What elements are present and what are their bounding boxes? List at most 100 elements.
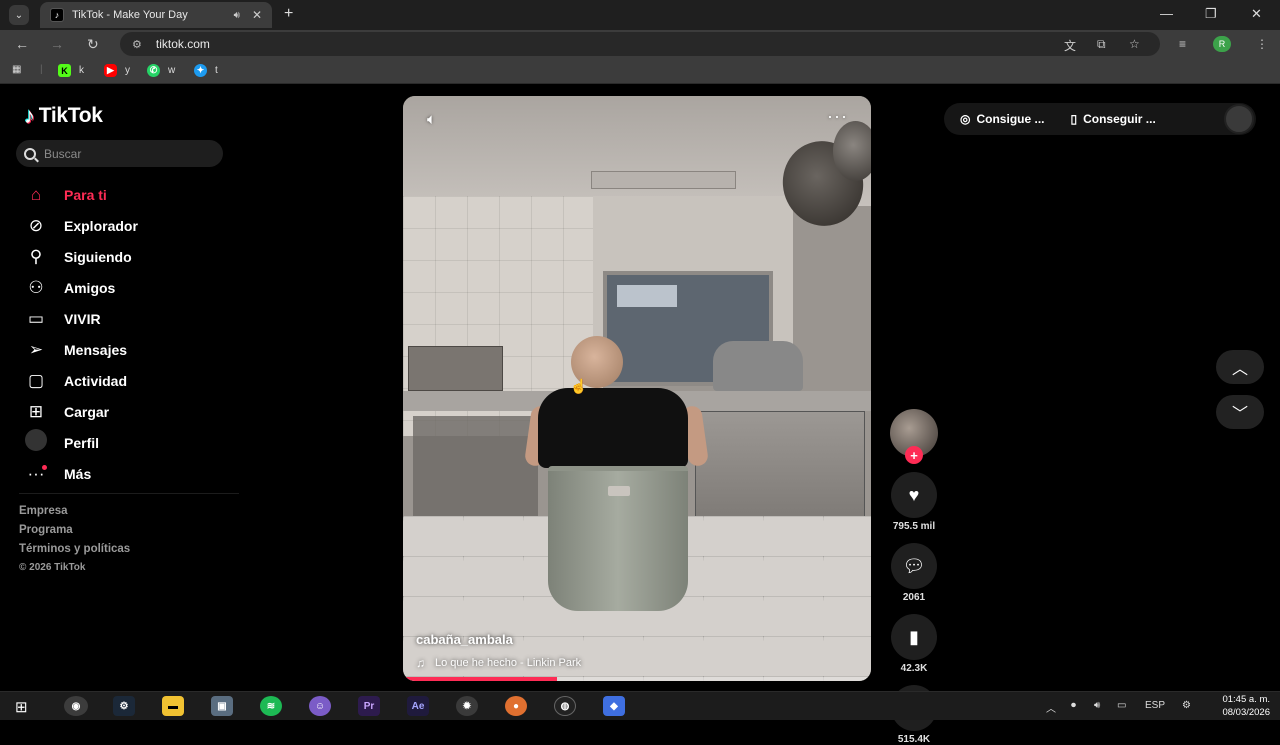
- bookmark-y[interactable]: ▶ y: [104, 64, 130, 77]
- video-scene-vent: [591, 171, 736, 189]
- sidebar-item-siguiendo[interactable]: ⚲ Siguiendo: [22, 241, 138, 272]
- volume-icon[interactable]: 🔈︎: [427, 111, 436, 128]
- sidebar-item-cargar[interactable]: ⊞ Cargar: [22, 396, 138, 427]
- tray-overflow-icon[interactable]: ︿: [1046, 700, 1056, 715]
- like-count: 795.5 mil: [892, 521, 936, 532]
- footer-link-programa[interactable]: Programa: [19, 524, 130, 543]
- new-tab-button[interactable]: +: [284, 5, 293, 23]
- comment-icon: 💬︎: [902, 555, 926, 576]
- more-options-icon[interactable]: ···: [827, 106, 848, 127]
- discord-icon[interactable]: ☺: [309, 696, 331, 716]
- reload-button[interactable]: ↻: [87, 36, 99, 53]
- video-progress-fill: [403, 677, 558, 681]
- sidebar-item-label: Actividad: [64, 372, 128, 389]
- activity-icon: ▢: [27, 370, 45, 390]
- get-app-button[interactable]: ▯ Conseguir ...: [1071, 112, 1156, 126]
- bookmark-k[interactable]: K k: [58, 64, 84, 77]
- save-button[interactable]: ▮: [891, 614, 937, 660]
- restore-button[interactable]: ❐: [1205, 6, 1217, 22]
- steam-icon[interactable]: ⚙: [113, 696, 135, 716]
- next-video-button[interactable]: ﹀: [1216, 395, 1264, 429]
- browser-tab[interactable]: ♪ TikTok - Make Your Day 🔊︎ ✕: [40, 2, 272, 28]
- after-effects-icon[interactable]: Ae: [407, 696, 429, 716]
- get-coins-button[interactable]: ◎ Consigue ...: [960, 112, 1045, 126]
- install-app-icon[interactable]: ⧉: [1097, 37, 1106, 52]
- sidebar-item-explorador[interactable]: ⊘ Explorador: [22, 210, 138, 241]
- file-explorer-icon[interactable]: ▬: [162, 696, 184, 716]
- premiere-icon[interactable]: Pr: [358, 696, 380, 716]
- tiktok-page: ♪ TikTok ⌂ Para ti ⊘ Explorador ⚲ Siguie…: [0, 85, 1280, 745]
- video-music[interactable]: ♫ Lo que he hecho - Linkin Park: [416, 656, 581, 670]
- gear-icon[interactable]: ⚙: [1182, 700, 1191, 711]
- tiktok-logo[interactable]: ♪ TikTok: [24, 103, 103, 129]
- footer-link-empresa[interactable]: Empresa: [19, 505, 130, 524]
- search-icon: [24, 147, 36, 160]
- search-box[interactable]: [16, 140, 223, 167]
- network-icon[interactable]: ▭: [1117, 700, 1126, 711]
- bookmark-t[interactable]: ✦ t: [194, 64, 218, 77]
- like-action: ♥ 795.5 mil: [888, 472, 940, 532]
- bookmark-w[interactable]: ✆ w: [147, 64, 175, 77]
- microphone-app-icon[interactable]: ●: [505, 696, 527, 716]
- video-progress-bar[interactable]: [403, 677, 871, 681]
- translate-icon[interactable]: 文: [1064, 37, 1076, 54]
- photos-icon[interactable]: ▣: [211, 696, 233, 716]
- sidebar-item-perfil[interactable]: Perfil: [22, 427, 138, 458]
- apps-grid-icon[interactable]: ▦: [12, 64, 21, 75]
- tab-bar: ⌄ ♪ TikTok - Make Your Day 🔊︎ ✕ + — ❐ ✕: [0, 0, 1280, 30]
- site-info-icon[interactable]: ⚙: [132, 38, 142, 51]
- menu-icon[interactable]: ⋮: [1256, 37, 1268, 51]
- bookmark-star-icon[interactable]: ☆: [1129, 37, 1140, 51]
- chrome-icon[interactable]: ◉: [64, 696, 88, 716]
- roblox-icon[interactable]: ◆: [603, 696, 625, 716]
- bookmark-divider: |: [40, 64, 43, 75]
- sidebar-item-label: Siguiendo: [64, 248, 132, 265]
- sidebar-item-vivir[interactable]: ▭ VIVIR: [22, 303, 138, 334]
- minimize-button[interactable]: —: [1160, 6, 1173, 21]
- like-button[interactable]: ♥: [891, 472, 937, 518]
- video-scene-slicer: [713, 341, 803, 391]
- kick-icon: K: [58, 64, 71, 77]
- previous-video-button[interactable]: ︿: [1216, 350, 1264, 384]
- coin-icon: ◎: [960, 112, 971, 126]
- profile-avatar[interactable]: R: [1213, 36, 1231, 52]
- obs-icon[interactable]: ◍: [554, 696, 576, 716]
- sidebar-item-amigos[interactable]: ⚇ Amigos: [22, 272, 138, 303]
- address-bar[interactable]: ⚙ tiktok.com: [120, 32, 1160, 56]
- save-action: ▮ 42.3K: [888, 614, 940, 674]
- spotify-icon[interactable]: ≋: [260, 696, 282, 716]
- sidebar-item-mensajes[interactable]: ➢ Mensajes: [22, 334, 138, 365]
- get-app-label: Conseguir ...: [1083, 112, 1156, 126]
- back-button[interactable]: ←: [15, 36, 29, 52]
- forward-button[interactable]: →: [50, 36, 64, 52]
- sidebar-item-actividad[interactable]: ▢ Actividad: [22, 365, 138, 396]
- creator-avatar[interactable]: +: [890, 409, 938, 464]
- settings-app-icon[interactable]: ✹: [456, 696, 478, 716]
- logo-text: TikTok: [38, 104, 103, 127]
- sidebar-item-label: VIVIR: [64, 310, 101, 327]
- footer-link-terminos[interactable]: Términos y políticas: [19, 543, 130, 562]
- search-input[interactable]: [44, 146, 204, 161]
- mouse-cursor-icon: ☝: [570, 378, 588, 394]
- tab-search-button[interactable]: ⌄: [9, 5, 29, 25]
- microphone-icon[interactable]: ⏺: [1071, 700, 1076, 711]
- video-author[interactable]: cabaña_ambala: [416, 632, 513, 647]
- user-avatar[interactable]: [1224, 104, 1254, 134]
- sidebar-item-para-ti[interactable]: ⌂ Para ti: [22, 179, 138, 210]
- system-clock[interactable]: 01:45 a. m. 08/03/2026: [1208, 693, 1270, 719]
- comment-button[interactable]: 💬︎: [891, 543, 937, 589]
- video-scene-machine: [408, 346, 503, 391]
- sidebar-footer: Empresa Programa Términos y políticas © …: [19, 505, 130, 573]
- windows-start-icon[interactable]: ⊞: [15, 698, 28, 716]
- comment-action: 💬︎ 2061: [888, 543, 940, 603]
- video-player[interactable]: ☝ 🔈︎ ··· cabaña_ambala ♫ Lo que he hecho…: [403, 96, 871, 681]
- sidebar-item-mas[interactable]: ··· Más: [22, 458, 138, 489]
- speaker-icon[interactable]: 🔊︎: [234, 10, 240, 21]
- media-control-icon[interactable]: ≡: [1179, 37, 1186, 51]
- close-window-button[interactable]: ✕: [1251, 6, 1262, 22]
- close-tab-icon[interactable]: ✕: [252, 8, 262, 22]
- volume-tray-icon[interactable]: 🔊︎: [1094, 700, 1100, 711]
- clock-time: 01:45 a. m.: [1222, 694, 1270, 705]
- follow-button[interactable]: +: [905, 446, 923, 464]
- language-indicator[interactable]: ESP: [1145, 700, 1165, 711]
